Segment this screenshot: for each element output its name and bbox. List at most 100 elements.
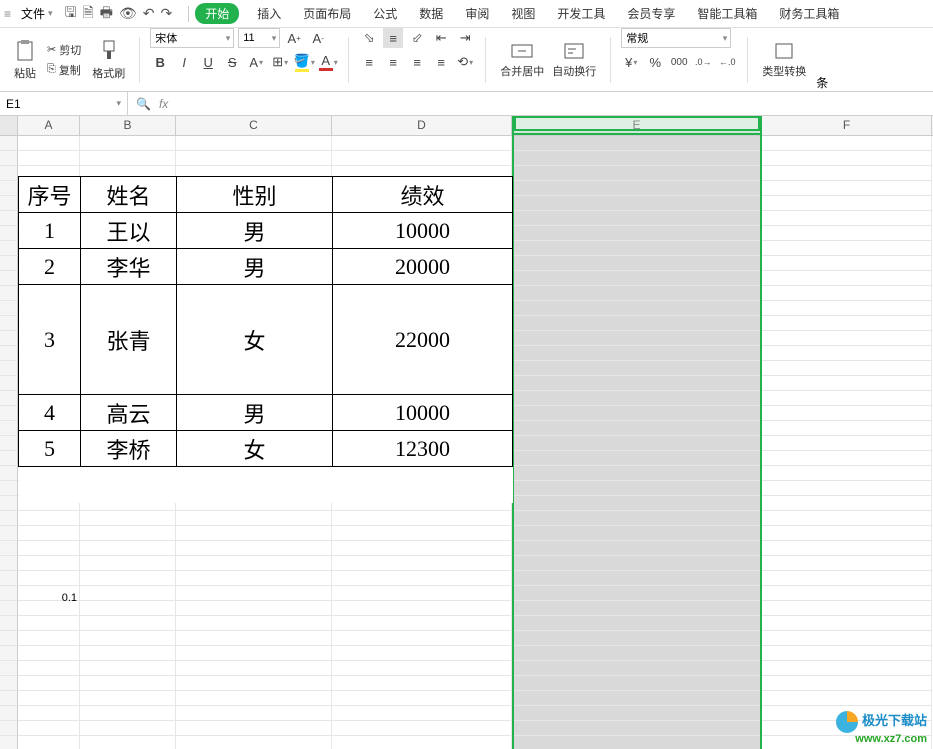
undo-icon[interactable]: ↶ — [143, 5, 155, 22]
cell[interactable] — [176, 646, 332, 661]
cell[interactable] — [332, 601, 512, 616]
cell[interactable] — [762, 631, 932, 646]
cell[interactable] — [512, 361, 762, 376]
cell[interactable] — [80, 631, 176, 646]
cell[interactable] — [332, 691, 512, 706]
cell[interactable] — [80, 706, 176, 721]
cell[interactable] — [18, 706, 80, 721]
align-left-button[interactable]: ≡ — [359, 52, 379, 72]
currency-button[interactable]: ¥ — [621, 52, 641, 72]
cell[interactable] — [332, 136, 512, 151]
cell-score[interactable]: 20000 — [333, 249, 513, 285]
row-header[interactable] — [0, 241, 18, 256]
header-seq[interactable]: 序号 — [19, 177, 81, 213]
cell-seq[interactable]: 2 — [19, 249, 81, 285]
row-header[interactable] — [0, 301, 18, 316]
row-header[interactable] — [0, 361, 18, 376]
row-header[interactable] — [0, 136, 18, 151]
borders-button[interactable]: ⊞ — [270, 52, 290, 72]
cell[interactable] — [332, 721, 512, 736]
cell[interactable] — [762, 691, 932, 706]
cell[interactable] — [512, 301, 762, 316]
col-header-D[interactable]: D — [332, 116, 512, 135]
cell[interactable] — [512, 631, 762, 646]
cell-gender[interactable]: 女 — [177, 431, 333, 467]
cell[interactable] — [332, 586, 512, 601]
row-header[interactable] — [0, 451, 18, 466]
cell[interactable] — [762, 271, 932, 286]
cell[interactable] — [80, 601, 176, 616]
cell[interactable] — [512, 391, 762, 406]
cell[interactable] — [512, 661, 762, 676]
decimal-decrease-button[interactable]: ←.0 — [717, 52, 737, 72]
cell[interactable] — [176, 736, 332, 749]
font-decrease-button[interactable]: A- — [308, 28, 328, 48]
row-header[interactable] — [0, 286, 18, 301]
cell[interactable] — [762, 661, 932, 676]
cell[interactable] — [512, 226, 762, 241]
tab-vip[interactable]: 会员专享 — [623, 3, 679, 24]
cell[interactable] — [18, 676, 80, 691]
cell-score[interactable]: 22000 — [333, 285, 513, 395]
cell[interactable] — [762, 211, 932, 226]
row-header[interactable] — [0, 571, 18, 586]
decimal-increase-button[interactable]: .0→ — [693, 52, 713, 72]
cell[interactable] — [80, 721, 176, 736]
cell[interactable] — [332, 556, 512, 571]
cell[interactable] — [512, 616, 762, 631]
col-header-B[interactable]: B — [80, 116, 176, 135]
cell[interactable] — [512, 181, 762, 196]
spreadsheet-grid[interactable]: A B C D E F 序号 姓名 性别 绩效 1王以男100002李华男200… — [0, 116, 933, 749]
cell-gender[interactable]: 男 — [177, 213, 333, 249]
align-center-button[interactable]: ≡ — [383, 52, 403, 72]
cell[interactable] — [18, 646, 80, 661]
header-name[interactable]: 姓名 — [81, 177, 177, 213]
row-header[interactable] — [0, 466, 18, 481]
cell[interactable] — [512, 556, 762, 571]
paste-button[interactable]: 粘贴 — [10, 37, 40, 83]
cell[interactable] — [762, 226, 932, 241]
cell[interactable] — [512, 721, 762, 736]
cell[interactable] — [176, 691, 332, 706]
cell[interactable] — [176, 676, 332, 691]
row-header[interactable] — [0, 376, 18, 391]
row-header[interactable] — [0, 586, 18, 601]
header-gender[interactable]: 性别 — [177, 177, 333, 213]
cell-score[interactable]: 10000 — [333, 213, 513, 249]
cell[interactable] — [80, 571, 176, 586]
cell[interactable] — [18, 511, 80, 526]
cell[interactable] — [762, 556, 932, 571]
cell[interactable] — [762, 196, 932, 211]
cell[interactable] — [18, 136, 80, 151]
cell[interactable] — [512, 211, 762, 226]
cell[interactable] — [18, 721, 80, 736]
cell[interactable] — [762, 526, 932, 541]
row-header[interactable] — [0, 421, 18, 436]
font-color-button[interactable]: A — [318, 52, 338, 72]
redo-icon[interactable]: ↷ — [161, 5, 173, 22]
cell[interactable] — [18, 556, 80, 571]
cell[interactable] — [512, 376, 762, 391]
cell[interactable] — [176, 136, 332, 151]
cell[interactable] — [512, 496, 762, 511]
cell[interactable] — [512, 196, 762, 211]
row-header[interactable] — [0, 691, 18, 706]
cell[interactable] — [762, 256, 932, 271]
cell[interactable] — [80, 556, 176, 571]
cell[interactable] — [512, 736, 762, 749]
align-top-button[interactable]: ⬂ — [359, 28, 379, 48]
font-size-select[interactable]: 11 — [238, 28, 280, 48]
cell[interactable] — [332, 541, 512, 556]
cell[interactable] — [762, 511, 932, 526]
cell[interactable] — [176, 541, 332, 556]
chevron-down-icon[interactable]: ▾ — [116, 98, 121, 109]
cell-gender[interactable]: 男 — [177, 395, 333, 431]
cell[interactable] — [512, 691, 762, 706]
cell[interactable] — [512, 571, 762, 586]
cell[interactable] — [332, 646, 512, 661]
cell-gender[interactable]: 女 — [177, 285, 333, 395]
cell[interactable] — [762, 316, 932, 331]
row-header[interactable] — [0, 526, 18, 541]
tab-insert[interactable]: 插入 — [253, 3, 285, 24]
cell[interactable] — [762, 166, 932, 181]
